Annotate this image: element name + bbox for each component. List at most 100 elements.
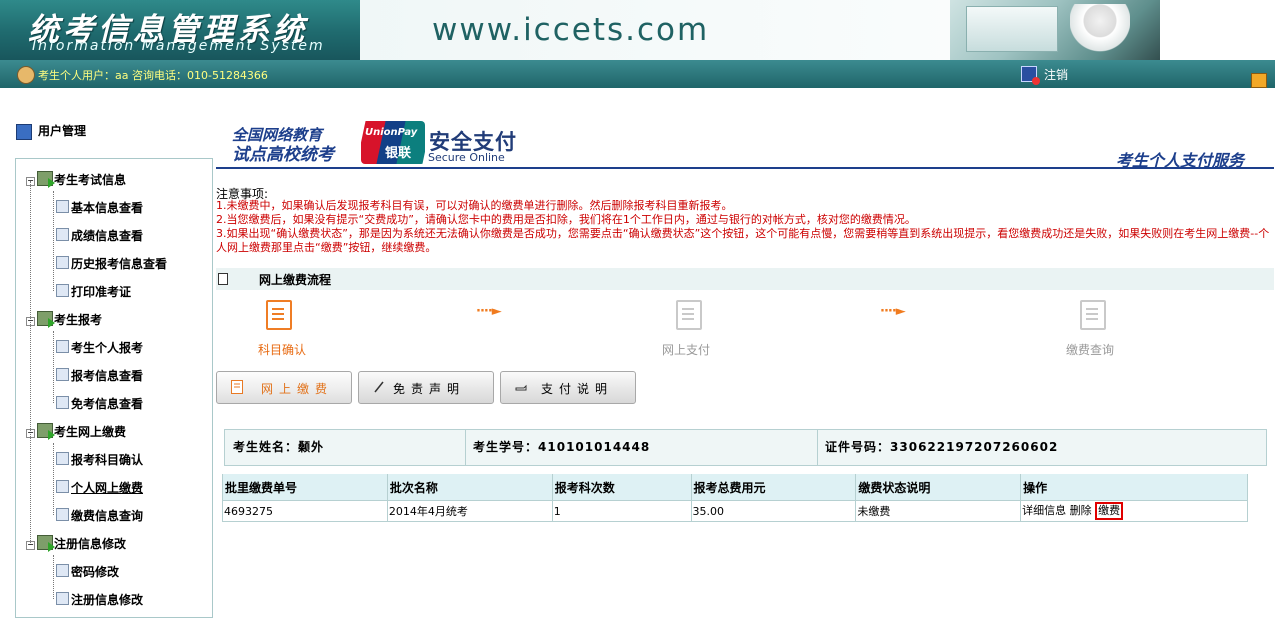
- monitor-image: [966, 6, 1058, 52]
- back-to-top-icon[interactable]: [1251, 73, 1267, 88]
- pay-button[interactable]: 缴费: [1095, 502, 1124, 520]
- document-icon: [218, 273, 228, 285]
- tree-item-label: 打印准考证: [71, 285, 132, 299]
- tree-item-password[interactable]: 密码修改: [56, 563, 119, 580]
- tree-group-label: 考生考试信息: [54, 173, 127, 187]
- unionpay-logo: UnionPay 银联: [361, 121, 425, 164]
- status-bar: 考生个人用户：aa 咨询电话：010-51284366 注销: [0, 60, 1275, 88]
- detail-link[interactable]: 详细信息: [1022, 504, 1066, 517]
- step-payment-query: 缴费查询: [1066, 343, 1115, 357]
- hand-pointer-icon: [515, 384, 527, 391]
- tree-item-label: 缴费信息查询: [71, 509, 144, 523]
- disclaimer-tab[interactable]: 免责声明: [358, 371, 494, 404]
- page-icon: [56, 508, 69, 521]
- info-divider: [817, 430, 818, 465]
- step-arrow: ····►: [880, 304, 906, 319]
- collapse-icon[interactable]: −: [26, 541, 35, 550]
- info-divider: [465, 430, 466, 465]
- tree-branch-line: [53, 443, 54, 515]
- collapse-icon[interactable]: −: [26, 317, 35, 326]
- folder-icon: [37, 423, 55, 440]
- column-header: 批次名称: [386, 474, 553, 501]
- online-payment-tab[interactable]: 网上缴费: [216, 371, 352, 404]
- column-header: 报考总费用元: [690, 474, 857, 501]
- tree-item-register-edit[interactable]: 注册信息修改: [56, 591, 143, 608]
- page-icon: [56, 452, 69, 465]
- tree-item-personal-register[interactable]: 考生个人报考: [56, 339, 143, 356]
- payment-status: 未缴费: [855, 500, 1022, 522]
- subject-confirm-icon: [266, 300, 292, 330]
- folder-icon: [37, 171, 55, 188]
- user-info-text: 考生个人用户：aa 咨询电话：010-51284366: [38, 69, 268, 82]
- tree-branch-line: [53, 331, 54, 403]
- order-number: 4693275: [222, 500, 388, 522]
- process-header: 网上缴费流程: [216, 268, 1274, 290]
- logo-title-en: Information Management System: [32, 38, 325, 54]
- process-title: 网上缴费流程: [259, 273, 332, 287]
- tree-item-subject-confirm[interactable]: 报考科目确认: [56, 451, 143, 468]
- tree-item-label: 成绩信息查看: [71, 229, 144, 243]
- notice-item-2: 2.当您缴费后，如果没有提示“交费成功”，请确认您卡中的费用是否扣除，我们将在1…: [216, 213, 916, 226]
- student-name: 颡外: [298, 440, 325, 454]
- exam-logo-line2: 试点高校统考: [232, 145, 334, 165]
- tree-item-label: 个人网上缴费: [71, 481, 144, 495]
- banner-right-blank: [1160, 0, 1275, 60]
- tree-item-basic-info[interactable]: 基本信息查看: [56, 199, 143, 216]
- unionpay-cn: 银联: [385, 146, 412, 161]
- step-online-payment: 网上支付: [662, 343, 711, 357]
- logout-link[interactable]: 注销: [1044, 66, 1068, 83]
- folder-icon: [37, 535, 55, 552]
- online-payment-tab-label: 网上缴费: [261, 382, 334, 396]
- tree-item-exemption-view[interactable]: 免考信息查看: [56, 395, 143, 412]
- tree-trunk-line: [30, 181, 31, 545]
- tree-item-print-ticket[interactable]: 打印准考证: [56, 283, 131, 300]
- tree-item-personal-payment[interactable]: 个人网上缴费: [56, 479, 143, 496]
- payment-query-icon: [1080, 300, 1106, 330]
- tree-item-label: 考生个人报考: [71, 341, 144, 355]
- tree-group-registration[interactable]: − 考生报考: [26, 311, 102, 328]
- banner-photo: [950, 0, 1160, 60]
- unionpay-en: UnionPay: [365, 127, 418, 138]
- tree-branch-line: [53, 555, 54, 599]
- cert-number-cell: 证件号码：330622197207260602: [825, 430, 1058, 465]
- tree-group-account-edit[interactable]: − 注册信息修改: [26, 535, 126, 552]
- cert-number: 330622197207260602: [890, 440, 1059, 454]
- payment-form-icon: [231, 380, 243, 394]
- table-row: 4693275 2014年4月统考 1 35.00 未缴费 详细信息 删除 缴费: [222, 500, 1248, 522]
- tree-item-scores[interactable]: 成绩信息查看: [56, 227, 143, 244]
- collapse-icon[interactable]: −: [26, 429, 35, 438]
- sidebar-title: 用户管理: [38, 124, 87, 138]
- sidebar-tree: − 考生考试信息 基本信息查看 成绩信息查看 历史报考信息查看 打印准考证 − 考生…: [15, 158, 213, 618]
- logout-icon[interactable]: [1021, 66, 1040, 85]
- site-url: www.iccets.com: [432, 12, 710, 48]
- page-icon: [56, 368, 69, 381]
- page-icon: [56, 284, 69, 297]
- tree-group-online-payment[interactable]: − 考生网上缴费: [26, 423, 126, 440]
- tree-group-label: 考生报考: [54, 313, 103, 327]
- page-icon: [56, 340, 69, 353]
- tree-group-exam-info[interactable]: − 考生考试信息: [26, 171, 126, 188]
- cert-number-label: 证件号码：: [825, 440, 891, 454]
- tree-item-label: 基本信息查看: [71, 201, 144, 215]
- subject-count: 1: [551, 500, 692, 522]
- tree-item-register-view[interactable]: 报考信息查看: [56, 367, 143, 384]
- payment-info-tab[interactable]: 支付说明: [500, 371, 636, 404]
- header-banner: 统考信息管理系统 Information Management System w…: [0, 0, 1275, 60]
- page-icon: [56, 480, 69, 493]
- column-header: 批里缴费单号: [222, 474, 388, 501]
- batch-name: 2014年4月统考: [386, 500, 553, 522]
- delete-link[interactable]: 删除: [1070, 504, 1092, 517]
- step-arrow: ····►: [476, 304, 502, 319]
- tree-item-history[interactable]: 历史报考信息查看: [56, 255, 167, 272]
- online-payment-icon: [676, 300, 702, 330]
- tree-item-label: 免考信息查看: [71, 397, 144, 411]
- tree-group-label: 注册信息修改: [54, 537, 127, 551]
- tree-item-payment-query[interactable]: 缴费信息查询: [56, 507, 143, 524]
- column-header: 报考科次数: [551, 474, 692, 501]
- notice-item-1: 1.未缴费中，如果确认后发现报考科目有误，可以对确认的缴费单进行删除。然后删除报…: [216, 199, 733, 212]
- folder-icon: [37, 311, 55, 328]
- pen-icon: [374, 381, 384, 393]
- tree-group-label: 考生网上缴费: [54, 425, 127, 439]
- actions-cell: 详细信息 删除 缴费: [1020, 500, 1248, 522]
- collapse-icon[interactable]: −: [26, 177, 35, 186]
